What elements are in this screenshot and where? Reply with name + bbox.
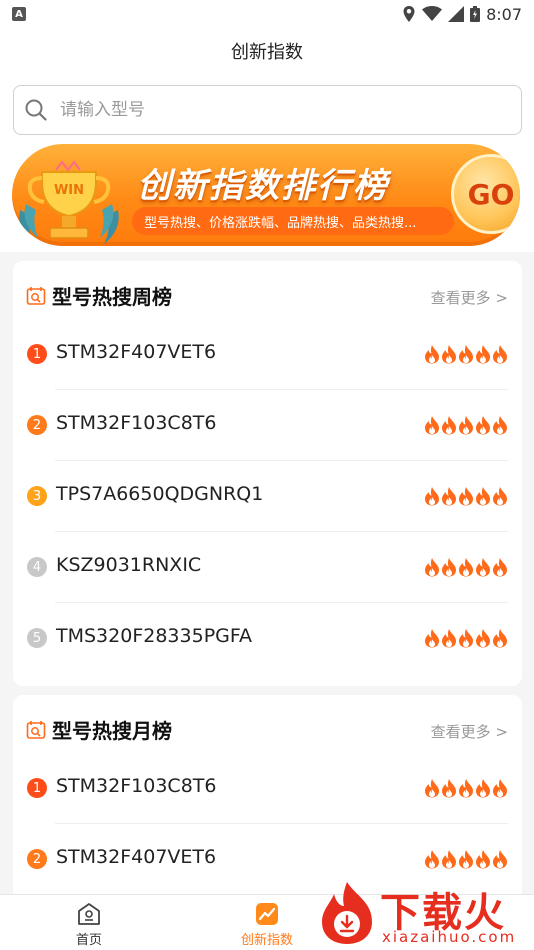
list-item[interactable]: 5 TMS320F28335PGFA xyxy=(13,603,522,674)
part-number: STM32F407VET6 xyxy=(56,846,217,868)
rank-badge: 1 xyxy=(27,778,47,798)
flame-icon xyxy=(493,558,507,577)
banner-subtitle: 型号热搜、价格涨跌幅、品牌热搜、品类热搜... xyxy=(132,207,454,235)
rank-badge: 2 xyxy=(27,415,47,435)
status-time: 8:07 xyxy=(486,4,522,24)
list-item[interactable]: 2 STM32F103C8T6 xyxy=(13,390,522,461)
heat-rating xyxy=(424,778,508,798)
watermark-logo: 下载火 xiazaihuo.com xyxy=(316,878,534,950)
part-number: TPS7A6650QDGNRQ1 xyxy=(56,483,264,505)
flame-icon xyxy=(493,850,507,869)
flame-icon xyxy=(459,558,473,577)
flame-icon xyxy=(425,416,439,435)
part-number: STM32F407VET6 xyxy=(56,341,217,363)
flame-icon xyxy=(442,850,456,869)
flame-icon xyxy=(425,779,439,798)
flame-icon xyxy=(442,629,456,648)
card-title: 型号热搜月榜 xyxy=(52,719,172,743)
nav-index-label: 创新指数 xyxy=(240,933,293,948)
part-number: KSZ9031RNXIC xyxy=(56,554,202,576)
page-title: 创新指数 xyxy=(0,28,534,74)
signal-icon xyxy=(448,6,465,22)
rank-badge: 2 xyxy=(27,849,47,869)
search-box[interactable] xyxy=(13,85,522,135)
location-icon xyxy=(403,6,415,22)
search-icon xyxy=(25,99,47,121)
battery-icon xyxy=(470,6,481,22)
flame-icon xyxy=(425,850,439,869)
banner-title: 创新指数排行榜 xyxy=(137,166,389,206)
home-icon xyxy=(78,903,100,925)
list-item[interactable]: 3 TPS7A6650QDGNRQ1 xyxy=(13,461,522,532)
flame-icon xyxy=(476,416,490,435)
calendar-search-icon xyxy=(26,287,46,305)
flame-icon xyxy=(425,558,439,577)
flame-icon xyxy=(442,416,456,435)
heat-rating xyxy=(424,628,508,648)
flame-icon xyxy=(425,487,439,506)
flame-icon xyxy=(459,850,473,869)
go-button[interactable]: GO xyxy=(451,154,520,234)
wifi-icon xyxy=(422,6,443,21)
flame-icon xyxy=(493,416,507,435)
part-number: STM32F103C8T6 xyxy=(56,775,217,797)
flame-icon xyxy=(493,487,507,506)
rank-badge: 1 xyxy=(27,344,47,364)
flame-icon xyxy=(476,629,490,648)
flame-icon xyxy=(459,629,473,648)
view-more-link[interactable]: 查看更多 > xyxy=(431,721,508,742)
view-more-link[interactable]: 查看更多 > xyxy=(431,287,508,308)
trophy-icon: WIN xyxy=(19,160,119,244)
heat-rating xyxy=(424,486,508,506)
flame-icon xyxy=(425,345,439,364)
search-area xyxy=(0,74,534,146)
chart-icon xyxy=(256,903,278,925)
nav-home[interactable]: 首页 xyxy=(44,901,134,948)
heat-rating xyxy=(424,344,508,364)
heat-rating xyxy=(424,557,508,577)
flame-logo-icon xyxy=(322,882,372,944)
list-item[interactable]: 1 STM32F407VET6 xyxy=(13,319,522,390)
list-item[interactable]: 4 KSZ9031RNXIC xyxy=(13,532,522,603)
watermark-domain: xiazaihuo.com xyxy=(382,928,517,946)
flame-icon xyxy=(476,850,490,869)
search-input[interactable] xyxy=(60,100,460,120)
rank-badge: 3 xyxy=(27,486,47,506)
ranking-banner[interactable]: WIN 创新指数排行榜 型号热搜、价格涨跌幅、品牌热搜、品类热搜... GO xyxy=(12,144,520,246)
flame-icon xyxy=(425,629,439,648)
trophy-label: WIN xyxy=(54,183,84,198)
list-item[interactable]: 1 STM32F103C8T6 xyxy=(13,753,522,824)
flame-icon xyxy=(442,558,456,577)
part-number: TMS320F28335PGFA xyxy=(56,625,253,647)
flame-icon xyxy=(476,779,490,798)
nav-home-label: 首页 xyxy=(75,933,102,948)
nav-innovation-index[interactable]: 创新指数 xyxy=(222,901,312,948)
flame-icon xyxy=(442,345,456,364)
flame-icon xyxy=(476,487,490,506)
rank-badge: 5 xyxy=(27,628,47,648)
flame-icon xyxy=(459,779,473,798)
calendar-search-icon xyxy=(26,721,46,739)
flame-icon xyxy=(476,558,490,577)
heat-rating xyxy=(424,415,508,435)
flame-icon xyxy=(459,345,473,364)
flame-icon xyxy=(493,629,507,648)
status-right: 8:07 xyxy=(402,5,522,24)
flame-icon xyxy=(442,487,456,506)
flame-icon xyxy=(493,779,507,798)
flame-icon xyxy=(459,487,473,506)
rank-badge: 4 xyxy=(27,557,47,577)
heat-rating xyxy=(424,849,508,869)
weekly-ranking-card: 型号热搜周榜 查看更多 > 1 STM32F407VET6 2 STM32F103C8… xyxy=(13,261,522,686)
status-left: A xyxy=(12,7,26,21)
flame-icon xyxy=(442,779,456,798)
notification-a-icon: A xyxy=(12,7,26,21)
flame-icon xyxy=(476,345,490,364)
card-title: 型号热搜周榜 xyxy=(52,285,172,309)
part-number: STM32F103C8T6 xyxy=(56,412,217,434)
flame-icon xyxy=(459,416,473,435)
flame-icon xyxy=(493,345,507,364)
status-bar: A 8:07 xyxy=(0,0,534,28)
